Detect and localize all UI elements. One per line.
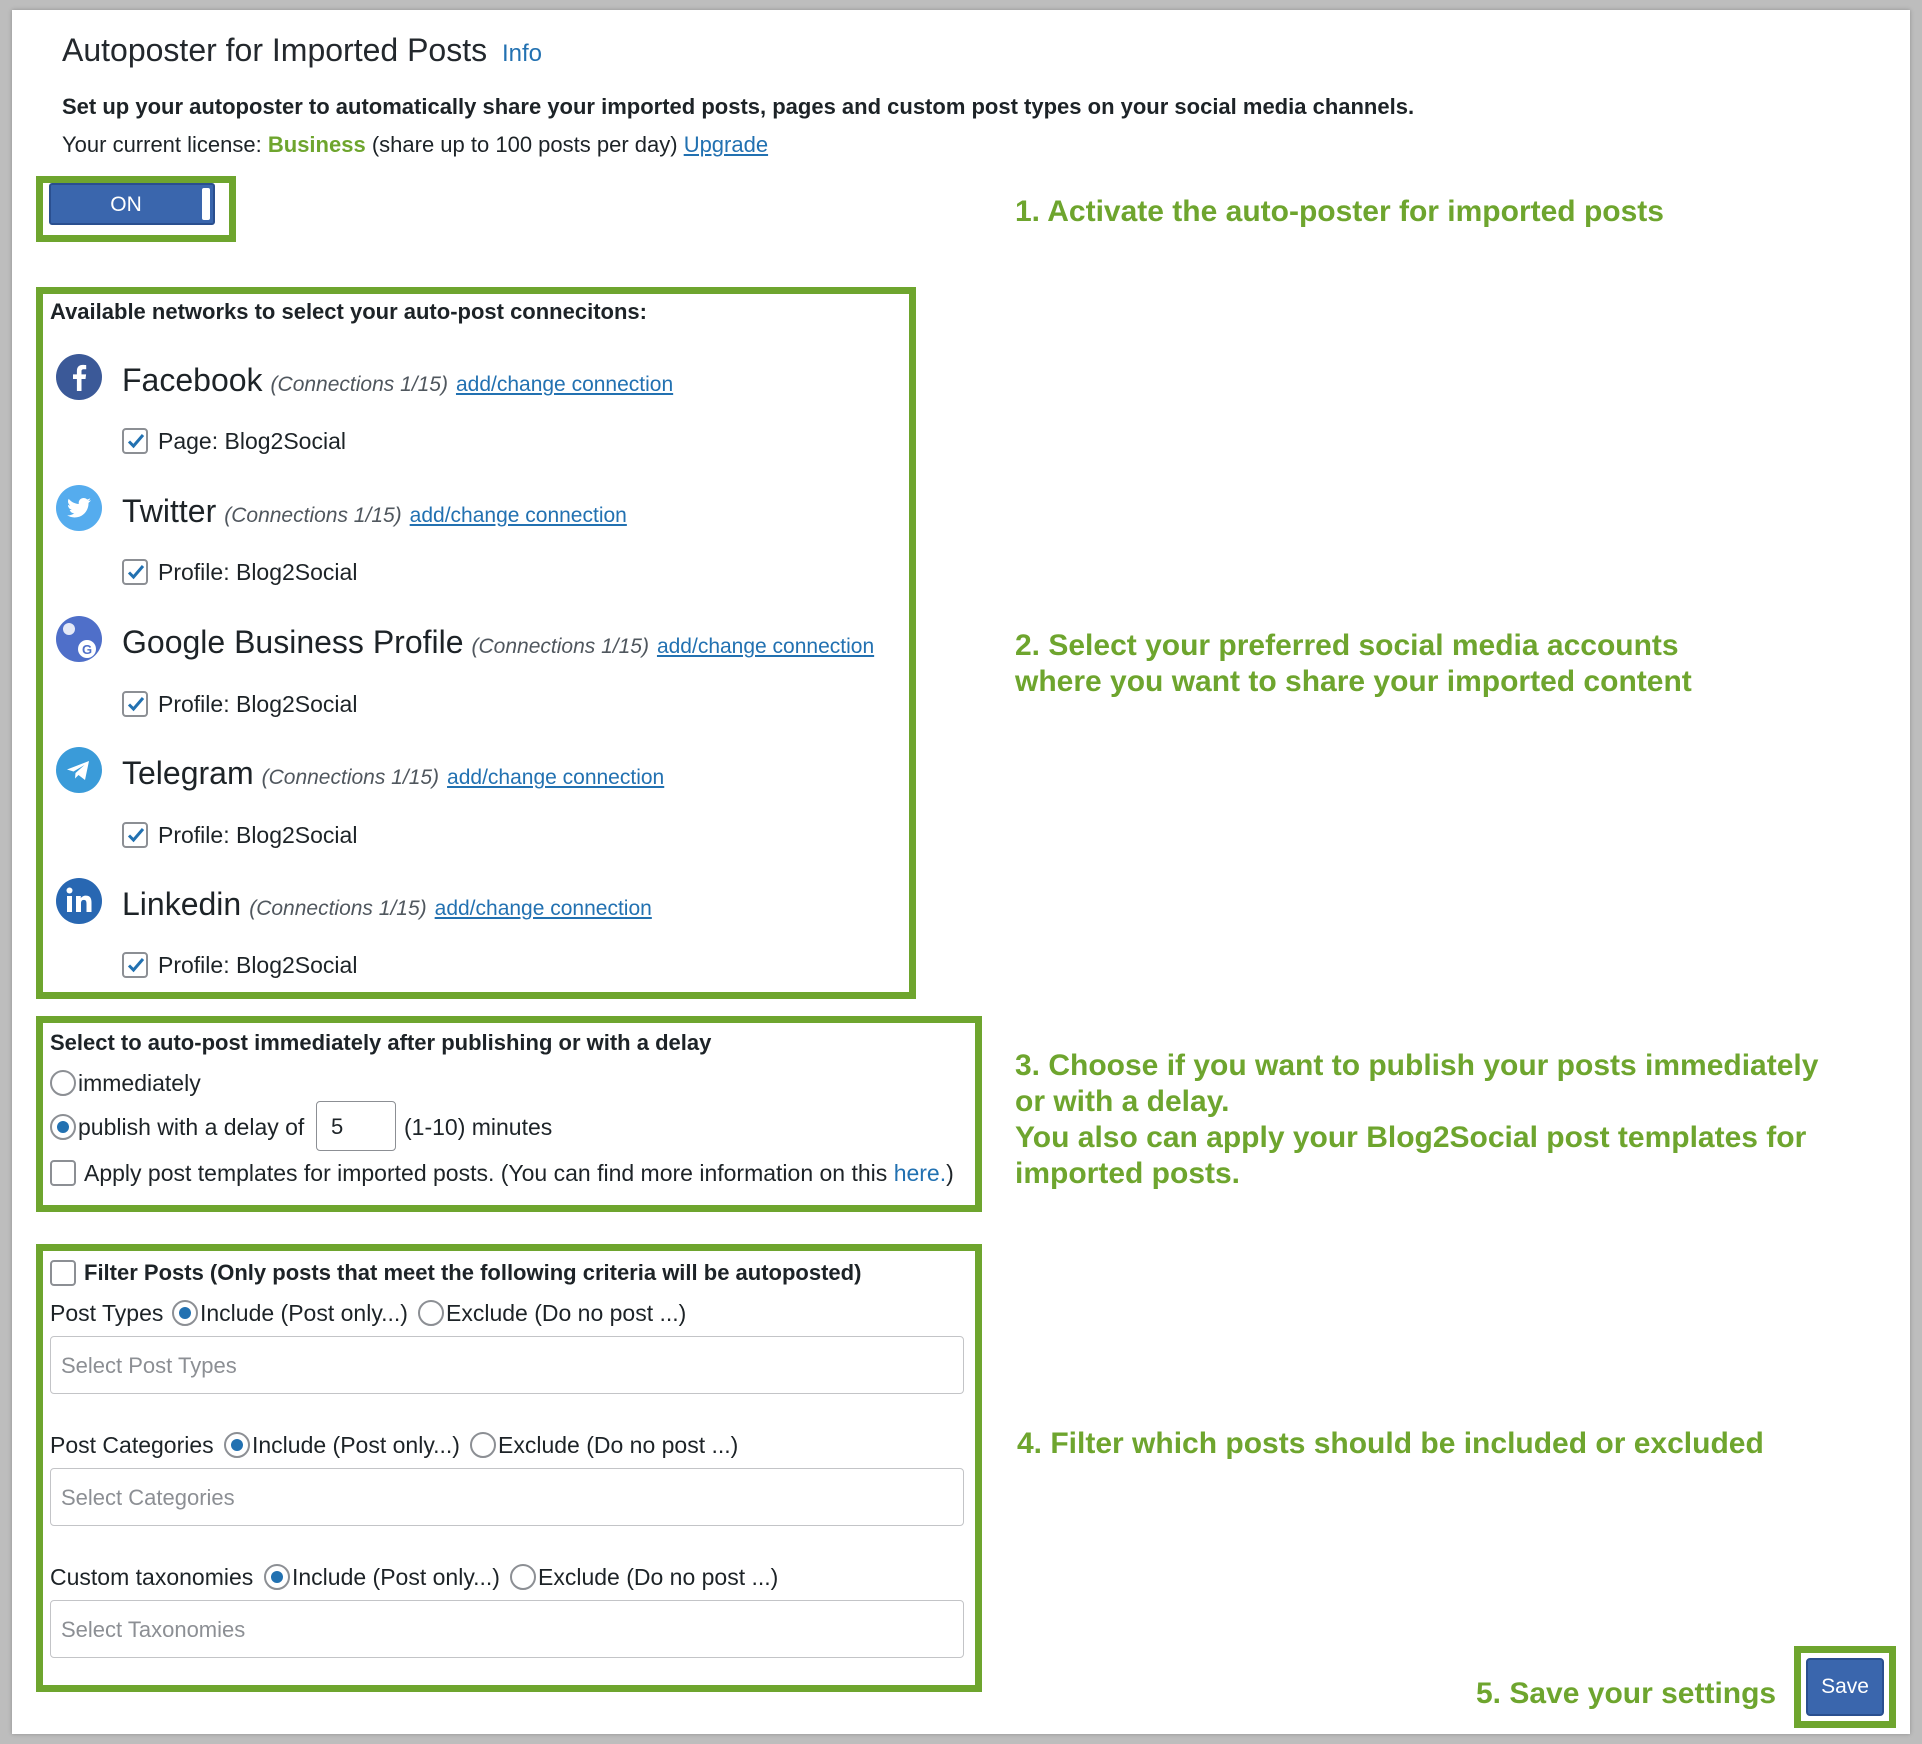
callout-step2: 2. Select your preferred social media ac… [1015,629,1692,698]
post-types-include-label: Include (Post only...) [200,1300,408,1326]
facebook-account-label: Page: Blog2Social [158,428,346,454]
svg-text:G: G [82,642,92,657]
post-types-select[interactable]: Select Post Types [50,1336,964,1394]
delay-minutes-input[interactable]: 5 [316,1101,396,1151]
google-business-icon: G [56,616,102,662]
google-business-change-connection-link[interactable]: add/change connection [657,635,874,658]
custom-taxonomies-label: Custom taxonomies [50,1564,254,1590]
delay-title: Select to auto-post immediately after pu… [50,1030,712,1055]
facebook-account-checkbox[interactable] [122,428,148,454]
upgrade-link[interactable]: Upgrade [684,132,768,157]
post-categories-include-radio[interactable] [224,1432,250,1458]
license-info: Your current license: Business (share up… [62,132,769,157]
immediately-label: immediately [78,1070,201,1096]
twitter-account-checkbox[interactable] [122,559,148,585]
custom-taxonomies-include-label: Include (Post only...) [292,1564,500,1590]
callout-step3: 3. Choose if you want to publish your po… [1015,1049,1819,1190]
save-button[interactable]: Save [1806,1658,1884,1716]
filter-posts-checkbox[interactable] [50,1260,76,1286]
post-categories-label: Post Categories [50,1432,214,1458]
google-business-account-label: Profile: Blog2Social [158,691,358,717]
network-telegram: Telegram (Connections 1/15) add/change con… [122,755,665,791]
telegram-account-checkbox[interactable] [122,822,148,848]
toggle-knob[interactable] [202,188,210,220]
custom-taxonomies-exclude-label: Exclude (Do no post ...) [538,1564,779,1590]
apply-templates-checkbox[interactable] [50,1160,76,1186]
network-twitter: Twitter (Connections 1/15) add/change conn… [122,493,627,529]
telegram-icon [56,747,102,793]
custom-taxonomies-include-radio[interactable] [264,1564,290,1590]
delay-unit-label: (1-10) minutes [404,1114,553,1140]
callout-step4: 4. Filter which posts should be included… [1017,1427,1764,1460]
templates-info-link[interactable]: here. [894,1160,946,1186]
settings-page: Autoposter for Imported Posts Info Set u… [12,10,1910,1734]
callout-step1: 1. Activate the auto-poster for imported… [1015,195,1664,228]
facebook-icon [56,354,102,400]
twitter-change-connection-link[interactable]: add/change connection [410,504,627,527]
immediately-radio[interactable] [50,1070,76,1096]
telegram-account-label: Profile: Blog2Social [158,822,358,848]
google-business-account-checkbox[interactable] [122,691,148,717]
linkedin-change-connection-link[interactable]: add/change connection [435,897,652,920]
post-categories-exclude-radio[interactable] [470,1432,496,1458]
info-link[interactable]: Info [502,40,542,67]
post-categories-select[interactable]: Select Categories [50,1468,964,1526]
page-description: Set up your autoposter to automatically … [62,94,1415,119]
post-categories-include-label: Include (Post only...) [252,1432,460,1458]
linkedin-icon [56,878,102,924]
apply-templates-label: Apply post templates for imported posts.… [84,1160,954,1186]
post-types-exclude-radio[interactable] [418,1300,444,1326]
filter-title: Filter Posts (Only posts that meet the f… [84,1260,862,1285]
autoposter-toggle[interactable]: ON [49,183,215,225]
page-title: Autoposter for Imported Posts Info [62,32,543,68]
telegram-change-connection-link[interactable]: add/change connection [447,766,664,789]
network-linkedin: Linkedin (Connections 1/15) add/change con… [122,886,652,922]
delay-radio[interactable] [50,1114,76,1140]
network-google-business: Google Business Profile (Connections 1/15… [122,624,875,660]
post-types-exclude-label: Exclude (Do no post ...) [446,1300,687,1326]
twitter-account-label: Profile: Blog2Social [158,559,358,585]
post-types-include-radio[interactable] [172,1300,198,1326]
callout-step5: 5. Save your settings [1476,1677,1777,1710]
network-facebook: Facebook (Connections 1/15) add/change con… [122,362,674,398]
custom-taxonomies-exclude-radio[interactable] [510,1564,536,1590]
networks-title: Available networks to select your auto-p… [50,299,647,324]
linkedin-account-checkbox[interactable] [122,952,148,978]
custom-taxonomies-select[interactable]: Select Taxonomies [50,1600,964,1658]
post-types-label: Post Types [50,1300,164,1326]
license-name: Business [267,132,366,157]
delay-label: publish with a delay of [78,1114,305,1140]
post-categories-exclude-label: Exclude (Do no post ...) [498,1432,739,1458]
twitter-icon [56,485,102,531]
linkedin-account-label: Profile: Blog2Social [158,952,358,978]
facebook-change-connection-link[interactable]: add/change connection [456,373,673,396]
